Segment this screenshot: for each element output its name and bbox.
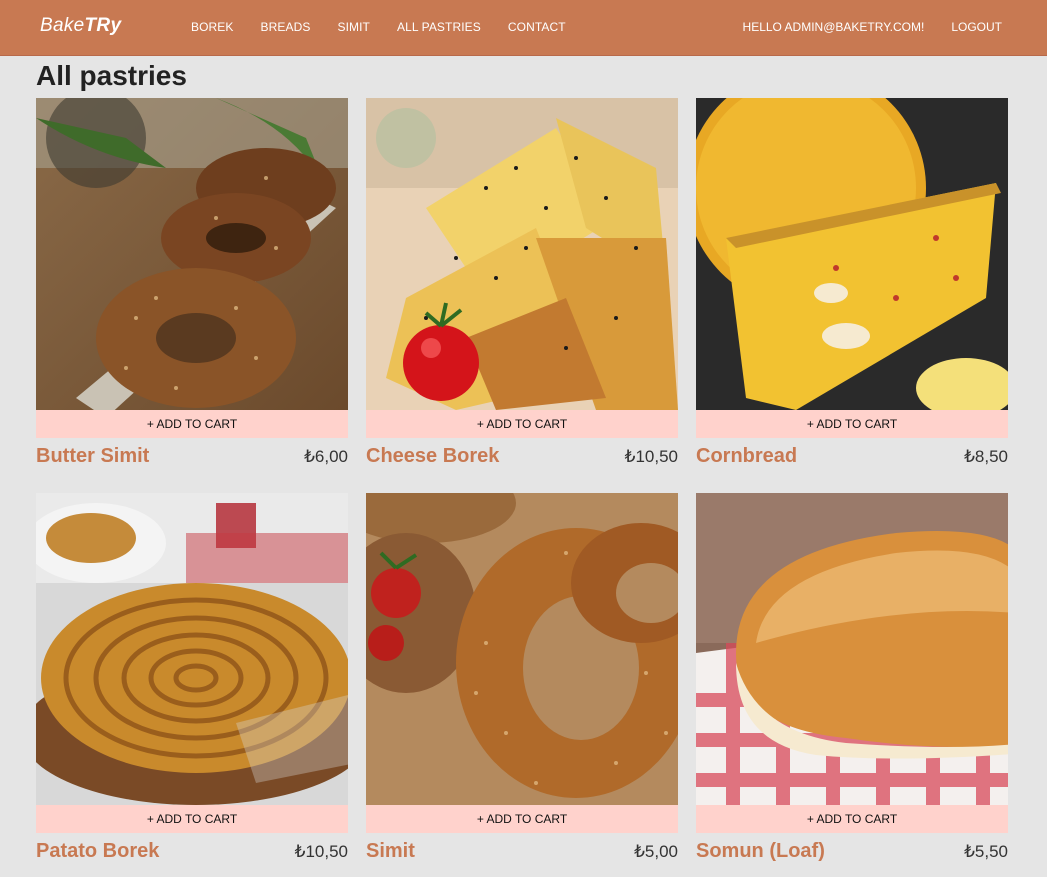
add-to-cart-button[interactable]: + ADD TO CART — [36, 410, 348, 438]
nav-link-breads[interactable]: BREADS — [261, 20, 311, 34]
product-price: ₺8,50 — [964, 447, 1008, 466]
add-to-cart-button[interactable]: + ADD TO CART — [696, 805, 1008, 833]
product-info: Butter Simit ₺6,00 — [36, 445, 348, 468]
product-price: ₺10,50 — [624, 447, 678, 466]
product-price: ₺6,00 — [304, 447, 348, 466]
product-info: Cheese Borek ₺10,50 — [366, 445, 678, 468]
product-image-cheese-borek[interactable] — [366, 98, 678, 410]
product-info: Cornbread ₺8,50 — [696, 445, 1008, 468]
nav-link-contact[interactable]: CONTACT — [508, 20, 566, 34]
nav-link-simit[interactable]: SIMIT — [337, 20, 370, 34]
product-card: + ADD TO CART Cornbread ₺8,50 — [696, 98, 1008, 468]
product-name[interactable]: Somun (Loaf) — [696, 840, 825, 863]
nav-user-area: HELLO ADMIN@BAKETRY.COM! LOGOUT — [743, 20, 1002, 34]
product-name[interactable]: Simit — [366, 840, 415, 863]
product-info: Simit ₺5,00 — [366, 840, 678, 863]
product-image-simit[interactable] — [366, 493, 678, 805]
brand-logo[interactable]: BakeTRy — [40, 15, 121, 37]
product-card: + ADD TO CART Simit ₺5,00 — [366, 493, 678, 863]
product-card: + ADD TO CART Butter Simit ₺6,00 — [36, 98, 348, 468]
add-to-cart-button[interactable]: + ADD TO CART — [36, 805, 348, 833]
product-card: + ADD TO CART Cheese Borek ₺10,50 — [366, 98, 678, 468]
product-image-bread-loaf[interactable] — [696, 493, 1008, 805]
nav-link-borek[interactable]: BOREK — [191, 20, 234, 34]
product-card: + ADD TO CART Somun (Loaf) ₺5,50 — [696, 493, 1008, 863]
add-to-cart-button[interactable]: + ADD TO CART — [366, 805, 678, 833]
navbar: BakeTRy BOREK BREADS SIMIT ALL PASTRIES … — [0, 0, 1047, 56]
logout-link[interactable]: LOGOUT — [951, 20, 1002, 34]
product-price: ₺10,50 — [294, 842, 348, 861]
nav-link-all-pastries[interactable]: ALL PASTRIES — [397, 20, 481, 34]
page-title: All pastries — [36, 60, 187, 91]
add-to-cart-button[interactable]: + ADD TO CART — [366, 410, 678, 438]
product-name[interactable]: Cornbread — [696, 445, 797, 468]
product-price: ₺5,50 — [964, 842, 1008, 861]
product-name[interactable]: Butter Simit — [36, 445, 149, 468]
product-price: ₺5,00 — [634, 842, 678, 861]
nav-links: BOREK BREADS SIMIT ALL PASTRIES CONTACT — [191, 20, 593, 34]
add-to-cart-button[interactable]: + ADD TO CART — [696, 410, 1008, 438]
product-info: Patato Borek ₺10,50 — [36, 840, 348, 863]
product-name[interactable]: Patato Borek — [36, 840, 159, 863]
product-image-spiral-borek[interactable] — [36, 493, 348, 805]
user-greeting: HELLO ADMIN@BAKETRY.COM! — [742, 20, 925, 34]
product-image-sesame-simit[interactable] — [36, 98, 348, 410]
product-name[interactable]: Cheese Borek — [366, 445, 499, 468]
product-card: + ADD TO CART Patato Borek ₺10,50 — [36, 493, 348, 863]
product-image-cornbread[interactable] — [696, 98, 1008, 410]
product-info: Somun (Loaf) ₺5,50 — [696, 840, 1008, 863]
